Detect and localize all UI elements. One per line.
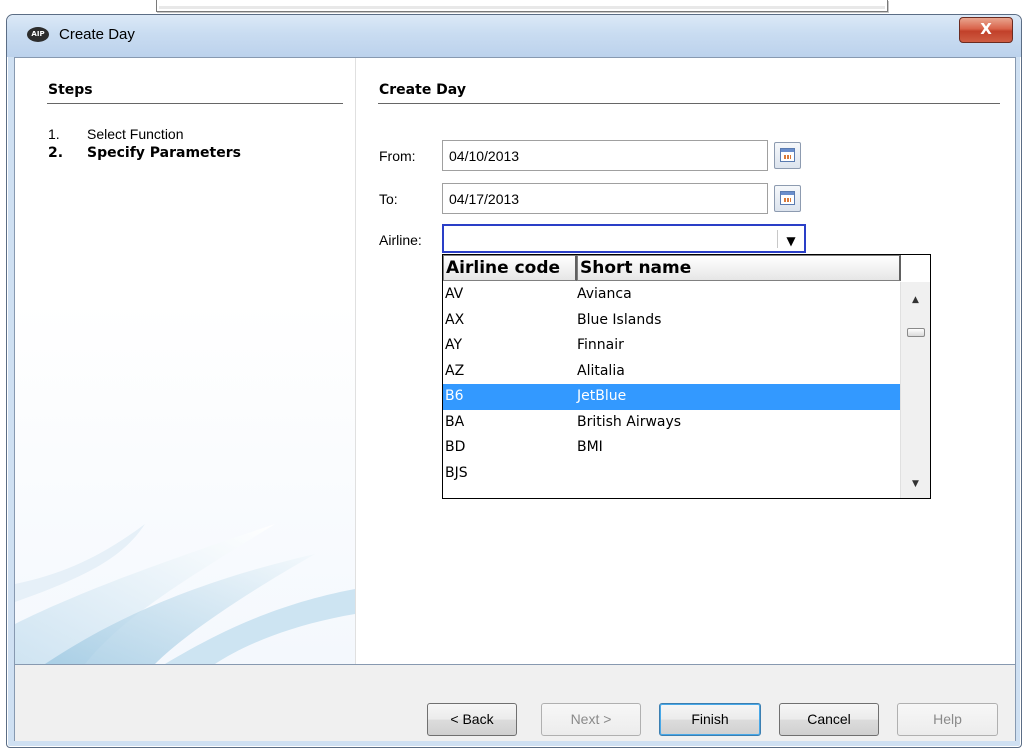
airline-code: AZ	[445, 362, 465, 379]
airline-code: BD	[445, 439, 466, 455]
list-item[interactable]: AY Finnair	[443, 333, 901, 359]
cancel-button[interactable]: Cancel	[779, 703, 879, 736]
create-day-dialog: AIP Create Day X Steps 1. Select Function…	[6, 14, 1022, 748]
finish-button[interactable]: Finish	[659, 703, 761, 736]
airline-code: AY	[445, 337, 463, 353]
list-scrollbar[interactable]: ▲ ▼	[900, 282, 930, 498]
form-title: Create Day	[379, 82, 466, 98]
to-label: To:	[379, 191, 398, 207]
step-label: Select Function	[87, 126, 184, 142]
airline-name	[577, 461, 901, 487]
airline-name: JetBlue	[577, 388, 627, 404]
help-button: Help	[897, 703, 998, 736]
airline-combobox[interactable]: ▼	[442, 224, 806, 253]
dialog-content: Steps 1. Select Function 2. Specify Parame…	[14, 57, 1016, 741]
list-item-selected[interactable]: B6 JetBlue	[443, 384, 901, 410]
scroll-down-icon[interactable]: ▼	[901, 474, 930, 494]
airline-name: Finnair	[577, 337, 624, 353]
airline-code: BA	[445, 413, 465, 430]
airline-code: BJS	[445, 464, 468, 481]
steps-panel: Steps 1. Select Function 2. Specify Parame…	[15, 58, 356, 664]
from-calendar-button[interactable]	[774, 142, 801, 169]
airline-name: Blue Islands	[577, 311, 662, 328]
airline-code: AV	[445, 286, 464, 302]
close-button[interactable]: X	[959, 17, 1013, 43]
list-item[interactable]: AV Avianca	[443, 282, 901, 308]
step-number: 2.	[48, 145, 64, 161]
column-header-airline-code[interactable]: Airline code	[443, 255, 577, 281]
back-button[interactable]: < Back	[427, 703, 517, 736]
chevron-down-icon[interactable]: ▼	[782, 232, 800, 248]
list-item[interactable]: AX Blue Islands	[443, 308, 901, 334]
list-header: Airline code Short name	[443, 255, 901, 281]
close-icon: X	[980, 20, 992, 38]
next-button: Next >	[541, 703, 641, 736]
app-icon: AIP	[27, 27, 49, 42]
airline-code: B6	[445, 388, 464, 404]
list-item[interactable]: BA British Airways	[443, 410, 901, 436]
window-title: Create Day	[59, 26, 135, 43]
airline-code: AX	[445, 311, 465, 328]
scroll-up-icon[interactable]: ▲	[901, 290, 930, 310]
airline-name: Avianca	[577, 286, 632, 302]
column-header-short-name[interactable]: Short name	[577, 255, 901, 281]
scrollbar-thumb[interactable]	[907, 328, 925, 337]
steps-title: Steps	[48, 82, 93, 98]
airline-dropdown-list: Airline code Short name AV Avianca AX Bl…	[442, 254, 931, 499]
to-calendar-button[interactable]	[774, 185, 801, 212]
list-item[interactable]: AZ Alitalia	[443, 359, 901, 385]
from-date-input[interactable]: 04/10/2013	[442, 140, 768, 171]
airline-label: Airline:	[379, 232, 422, 248]
airline-name: Alitalia	[577, 362, 625, 379]
list-item[interactable]: BJS	[443, 461, 901, 487]
calendar-icon	[780, 191, 795, 205]
calendar-icon	[780, 148, 795, 162]
title-bar[interactable]: AIP Create Day X	[7, 15, 1021, 57]
form-divider	[378, 103, 1000, 104]
list-rows: AV Avianca AX Blue Islands AY Finnair AZ…	[443, 282, 901, 486]
step-label: Specify Parameters	[87, 145, 241, 161]
decorative-swoosh	[15, 524, 355, 664]
steps-divider	[47, 103, 343, 104]
step-specify-parameters: 2. Specify Parameters	[48, 145, 241, 161]
step-number: 1.	[48, 126, 60, 142]
airline-name: BMI	[577, 439, 603, 455]
button-bar: < Back Next > Finish Cancel Help	[15, 664, 1015, 741]
background-window-edge	[156, 0, 888, 12]
list-item[interactable]: BD BMI	[443, 435, 901, 461]
to-date-input[interactable]: 04/17/2013	[442, 183, 768, 214]
airline-name: British Airways	[577, 413, 682, 430]
step-select-function: 1. Select Function	[48, 126, 184, 142]
from-label: From:	[379, 148, 416, 164]
combo-separator	[777, 230, 778, 248]
